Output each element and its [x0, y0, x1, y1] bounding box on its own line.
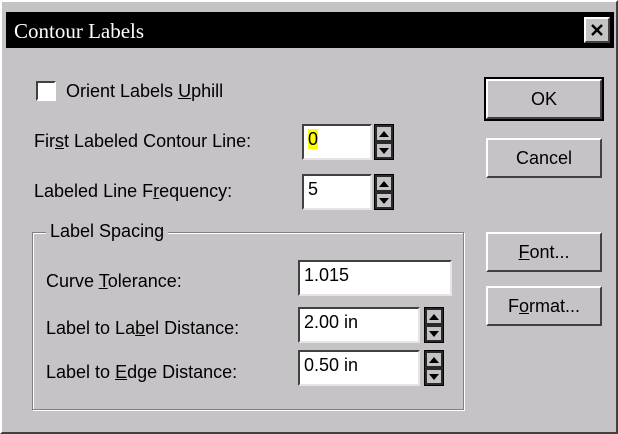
- spin-up-button[interactable]: [377, 127, 391, 140]
- label-to-edge-distance-label: Label to Edge Distance:: [46, 362, 238, 382]
- spin-down-button[interactable]: [377, 144, 391, 157]
- title-bar[interactable]: Contour Labels: [6, 12, 614, 48]
- font-button[interactable]: Font...: [486, 232, 602, 272]
- labeled-line-frequency-input[interactable]: 5: [302, 174, 372, 210]
- spin-down-button[interactable]: [377, 194, 391, 207]
- edge-distance-spinner[interactable]: [424, 350, 444, 386]
- spin-up-button[interactable]: [427, 310, 441, 323]
- label-to-label-distance-input[interactable]: 2.00 in: [298, 307, 420, 343]
- label-distance-spinner[interactable]: [424, 307, 444, 343]
- orient-labels-uphill-label[interactable]: Orient Labels Uphill: [66, 81, 223, 102]
- contour-labels-dialog: Contour Labels Orient Labels Uphill Firs…: [0, 0, 618, 434]
- arrow-up-icon: [429, 313, 439, 320]
- label-to-edge-distance-input[interactable]: 0.50 in: [298, 350, 420, 386]
- arrow-down-icon: [379, 147, 389, 154]
- spin-up-button[interactable]: [377, 177, 391, 190]
- spin-down-button[interactable]: [427, 327, 441, 340]
- curve-tolerance-label: Curve Tolerance:: [46, 271, 182, 291]
- cancel-button[interactable]: Cancel: [486, 138, 602, 178]
- first-labeled-contour-line-label: First Labeled Contour Line:: [34, 131, 252, 151]
- arrow-up-icon: [379, 180, 389, 187]
- spin-up-button[interactable]: [427, 353, 441, 366]
- label-spacing-group-title: Label Spacing: [46, 221, 169, 242]
- labeled-line-frequency-label: Labeled Line Frequency:: [34, 181, 233, 201]
- close-button[interactable]: [584, 17, 610, 43]
- curve-tolerance-input[interactable]: 1.015: [298, 260, 452, 296]
- arrow-down-icon: [429, 330, 439, 337]
- window-title: Contour Labels: [14, 19, 145, 43]
- arrow-down-icon: [429, 373, 439, 380]
- format-button[interactable]: Fo rmat...: [486, 286, 602, 326]
- first-labeled-contour-line-input[interactable]: 0: [302, 124, 372, 160]
- spin-down-button[interactable]: [427, 370, 441, 383]
- arrow-up-icon: [379, 130, 389, 137]
- arrow-down-icon: [379, 197, 389, 204]
- label-to-label-distance-label: Label to Label Distance:: [46, 318, 240, 338]
- frequency-spinner[interactable]: [374, 174, 394, 210]
- first-contour-spinner[interactable]: [374, 124, 394, 160]
- orient-labels-uphill-checkbox[interactable]: [36, 81, 56, 101]
- ok-button[interactable]: OK: [484, 77, 604, 121]
- arrow-up-icon: [429, 356, 439, 363]
- close-icon: [591, 24, 603, 36]
